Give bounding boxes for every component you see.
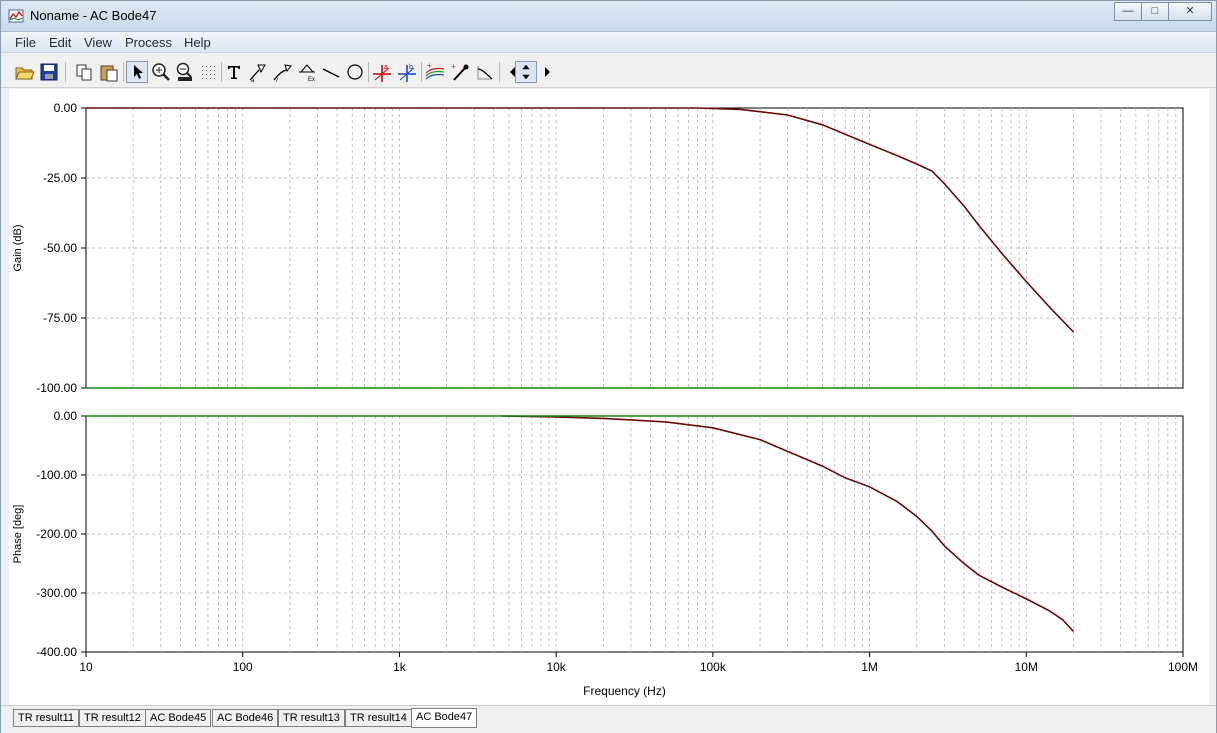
y-tick-label: 0.00 <box>54 101 78 115</box>
cursor-b-icon[interactable]: b <box>396 61 418 83</box>
menu-file[interactable]: File <box>15 35 36 50</box>
y-tick-label: -200.00 <box>36 527 77 541</box>
y-tick-label: -50.00 <box>43 241 77 255</box>
x-tick-label: 1k <box>393 660 407 674</box>
menu-process[interactable]: Process <box>125 35 172 50</box>
y-tick-label: -100.00 <box>36 381 77 395</box>
tab-tr-result14[interactable]: TR result14 <box>345 709 412 727</box>
close-button[interactable]: ✕ <box>1168 2 1212 21</box>
y-tick-label: -400.00 <box>36 645 77 659</box>
label-icon[interactable]: a <box>247 61 269 83</box>
app-icon <box>8 9 24 23</box>
menu-help[interactable]: Help <box>184 35 211 50</box>
pointer-icon[interactable] <box>126 61 148 83</box>
tangent-icon[interactable] <box>474 61 496 83</box>
curves-icon[interactable]: + <box>424 61 446 83</box>
svg-text:?: ? <box>275 78 279 83</box>
circle-icon[interactable] <box>344 61 366 83</box>
tab-tr-result12[interactable]: TR result12 <box>79 709 146 727</box>
menu-bar: File Edit View Process Help <box>1 32 1216 53</box>
y-axis-title: Phase [deg] <box>12 505 24 564</box>
zoom-100-icon[interactable] <box>174 61 196 83</box>
app-window: Noname - AC Bode47 — □ ✕ File Edit View … <box>0 0 1217 733</box>
label-y-icon[interactable]: Ex <box>296 61 318 83</box>
tab-tr-result13[interactable]: TR result13 <box>278 709 345 727</box>
svg-text:a: a <box>384 64 388 71</box>
x-tick-label: 10 <box>79 660 93 674</box>
svg-text:a: a <box>251 78 255 83</box>
y-tick-label: -300.00 <box>36 586 77 600</box>
y-tick-label: -100.00 <box>36 468 77 482</box>
paste-icon[interactable] <box>98 61 120 83</box>
grid-icon[interactable] <box>198 61 220 83</box>
x-tick-label: 100M <box>1168 660 1198 674</box>
x-tick-label: 100k <box>700 660 727 674</box>
y-tick-label: -75.00 <box>43 311 77 325</box>
x-tick-label: 10M <box>1015 660 1038 674</box>
maximize-button[interactable]: □ <box>1141 2 1169 21</box>
toolbar: a ? Ex a b + + <box>1 57 1216 88</box>
window-title: Noname - AC Bode47 <box>30 8 157 23</box>
bode-chart[interactable]: 0.00 -25.00 -50.00 -75.00 -100.00 Gain (dB) 0.… <box>9 89 1209 705</box>
text-icon[interactable] <box>223 61 245 83</box>
x-tick-label: 10k <box>546 660 566 674</box>
minimize-button[interactable]: — <box>1114 2 1142 21</box>
menu-view[interactable]: View <box>84 35 112 50</box>
cursor-a-icon[interactable]: a <box>371 61 393 83</box>
tab-ac-bode45[interactable]: AC Bode45 <box>145 709 212 727</box>
result-tabs: TR result11 TR result12 AC Bode45 AC Bod… <box>1 705 1216 733</box>
y-tick-label: -25.00 <box>43 171 77 185</box>
svg-text:+: + <box>427 61 432 70</box>
label-curve-icon[interactable]: ? <box>271 61 293 83</box>
line-icon[interactable] <box>320 61 342 83</box>
open-icon[interactable] <box>13 61 35 83</box>
tab-tr-result11[interactable]: TR result11 <box>13 709 80 727</box>
zoom-in-icon[interactable] <box>150 61 172 83</box>
x-tick-label: 100 <box>233 660 253 674</box>
svg-text:+: + <box>451 62 456 71</box>
x-axis-title: Frequency (Hz) <box>583 684 666 698</box>
y-tick-label: 0.00 <box>54 409 78 423</box>
tab-ac-bode47[interactable]: AC Bode47 <box>411 708 478 728</box>
arrow-updown-icon[interactable] <box>515 61 537 83</box>
plot-area[interactable]: 0.00 -25.00 -50.00 -75.00 -100.00 Gain (dB) 0.… <box>9 89 1209 705</box>
y-axis-title: Gain (dB) <box>12 224 24 271</box>
menu-edit[interactable]: Edit <box>49 35 71 50</box>
save-icon[interactable] <box>38 61 60 83</box>
x-tick-label: 1M <box>861 660 878 674</box>
title-bar[interactable]: Noname - AC Bode47 — □ ✕ <box>1 1 1216 32</box>
copy-icon[interactable] <box>73 61 95 83</box>
svg-text:b: b <box>409 64 413 71</box>
arrow-right-icon[interactable] <box>536 61 558 83</box>
pick-icon[interactable]: + <box>449 61 471 83</box>
tab-ac-bode46[interactable]: AC Bode46 <box>212 709 279 727</box>
svg-text:Ex: Ex <box>308 77 315 83</box>
